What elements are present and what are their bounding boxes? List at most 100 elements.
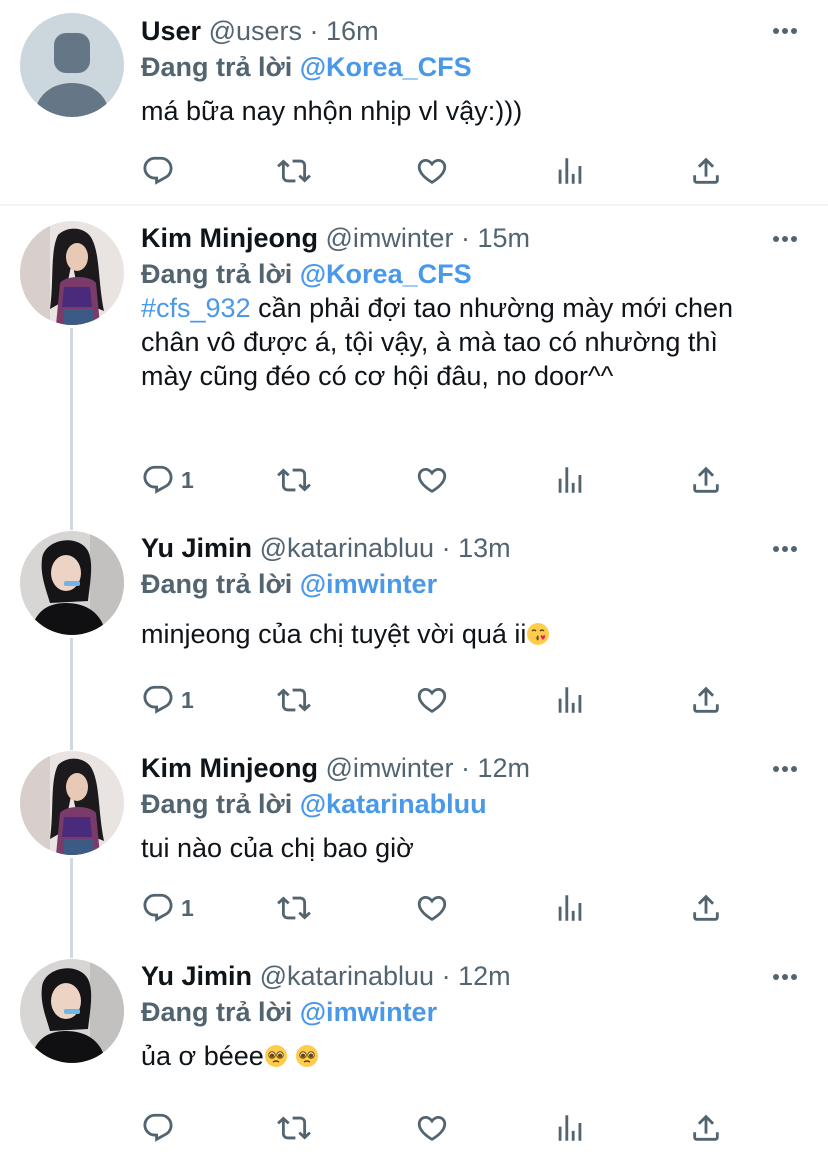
reply-mention-link[interactable]: @imwinter [300, 569, 437, 599]
like-button[interactable] [415, 888, 449, 928]
handle[interactable]: @katarinabluu [260, 961, 435, 991]
replying-to-label: Đang trả lời [141, 789, 293, 819]
replying-to: Đang trả lời @Korea_CFS [141, 50, 798, 84]
replying-to: Đang trả lời @imwinter [141, 567, 798, 601]
retweet-button[interactable] [277, 151, 311, 191]
share-icon [689, 154, 723, 188]
pleading-face-emoji [296, 1045, 319, 1067]
reply-button[interactable] [141, 1108, 181, 1148]
display-name[interactable]: User [141, 16, 201, 46]
timestamp[interactable]: 16m [326, 16, 379, 46]
share-button[interactable] [689, 680, 723, 720]
pleading-face-emoji [264, 1045, 287, 1067]
avatar[interactable] [20, 221, 124, 325]
share-icon [689, 683, 723, 717]
tweet-3[interactable]: Yu Jimin @katarinabluu · 13m Đang trả lờ… [0, 516, 828, 736]
reply-icon [141, 463, 175, 497]
tweet-2[interactable]: Kim Minjeong @imwinter · 15m Đang trả lờ… [0, 206, 828, 520]
timestamp[interactable]: 12m [477, 753, 530, 783]
reply-count: 1 [181, 686, 194, 713]
reply-button[interactable]: 1 [141, 888, 194, 928]
retweet-button[interactable] [277, 680, 311, 720]
tweet-text: minjeong của chị tuyệt vời quá ii [141, 617, 798, 651]
share-button[interactable] [689, 151, 723, 191]
profile-photo [20, 959, 124, 1063]
reply-button[interactable]: 1 [141, 680, 194, 720]
like-button[interactable] [415, 460, 449, 500]
views-button[interactable] [553, 460, 587, 500]
views-icon [553, 154, 587, 188]
share-icon [689, 1111, 723, 1145]
like-button[interactable] [415, 680, 449, 720]
share-icon [689, 463, 723, 497]
avatar[interactable] [20, 751, 124, 855]
timestamp[interactable]: 12m [458, 961, 511, 991]
reply-icon [141, 154, 175, 188]
tweet-4[interactable]: Kim Minjeong @imwinter · 12m Đang trả lờ… [0, 736, 828, 946]
reply-mention-link[interactable]: @Korea_CFS [300, 259, 472, 289]
handle[interactable]: @imwinter [326, 223, 454, 253]
retweet-button[interactable] [277, 1108, 311, 1148]
display-name[interactable]: Kim Minjeong [141, 223, 318, 253]
like-icon [415, 891, 449, 925]
like-button[interactable] [415, 151, 449, 191]
share-button[interactable] [689, 1108, 723, 1148]
reply-icon [141, 683, 175, 717]
views-icon [553, 1111, 587, 1145]
display-name[interactable]: Yu Jimin [141, 533, 252, 563]
avatar[interactable] [20, 531, 124, 635]
like-button[interactable] [415, 1108, 449, 1148]
reply-icon [141, 1111, 175, 1145]
handle[interactable]: @users [209, 16, 302, 46]
views-button[interactable] [553, 151, 587, 191]
reply-button[interactable] [141, 151, 181, 191]
tweet-text-body: ủa ơ béee [141, 1041, 264, 1071]
tweet-5[interactable]: Yu Jimin @katarinabluu · 12m Đang trả lờ… [0, 944, 828, 1157]
profile-photo [20, 751, 124, 855]
more-icon[interactable] [772, 26, 798, 36]
timestamp[interactable]: 13m [458, 533, 511, 563]
profile-photo [20, 531, 124, 635]
reply-mention-link[interactable]: @Korea_CFS [300, 52, 472, 82]
avatar[interactable] [20, 13, 124, 117]
replying-to-label: Đang trả lời [141, 52, 293, 82]
avatar[interactable] [20, 959, 124, 1063]
tweet-text: má bữa nay nhộn nhịp vl vậy:))) [141, 96, 523, 126]
handle[interactable]: @imwinter [326, 753, 454, 783]
more-icon[interactable] [772, 764, 798, 774]
reply-mention-link[interactable]: @katarinabluu [300, 789, 487, 819]
views-icon [553, 891, 587, 925]
tweet-text: #cfs_932 cần phải đợi tao nhường mày mới… [141, 291, 761, 393]
handle[interactable]: @katarinabluu [260, 533, 435, 563]
retweet-button[interactable] [277, 460, 311, 500]
share-button[interactable] [689, 460, 723, 500]
reply-button[interactable]: 1 [141, 460, 194, 500]
hashtag-link[interactable]: #cfs_932 [141, 293, 251, 323]
display-name[interactable]: Kim Minjeong [141, 753, 318, 783]
replying-to-label: Đang trả lời [141, 997, 293, 1027]
views-icon [553, 683, 587, 717]
display-name[interactable]: Yu Jimin [141, 961, 252, 991]
views-button[interactable] [553, 1108, 587, 1148]
reply-icon [141, 891, 175, 925]
like-icon [415, 154, 449, 188]
share-icon [689, 891, 723, 925]
replying-to: Đang trả lời @katarinabluu [141, 787, 798, 821]
kissing-face-emoji [527, 623, 550, 645]
replying-to-label: Đang trả lời [141, 569, 293, 599]
views-button[interactable] [553, 888, 587, 928]
tweet-text-body: minjeong của chị tuyệt vời quá ii [141, 619, 527, 649]
share-button[interactable] [689, 888, 723, 928]
more-icon[interactable] [772, 234, 798, 244]
timestamp[interactable]: 15m [477, 223, 530, 253]
more-icon[interactable] [772, 544, 798, 554]
reply-mention-link[interactable]: @imwinter [300, 997, 437, 1027]
views-button[interactable] [553, 680, 587, 720]
retweet-icon [277, 683, 311, 717]
retweet-button[interactable] [277, 888, 311, 928]
tweet-1[interactable]: User @users · 16m Đang trả lời @Korea_CF… [0, 0, 828, 204]
more-icon[interactable] [772, 972, 798, 982]
like-icon [415, 1111, 449, 1145]
replying-to: Đang trả lời @Korea_CFS [141, 257, 798, 291]
retweet-icon [277, 1111, 311, 1145]
